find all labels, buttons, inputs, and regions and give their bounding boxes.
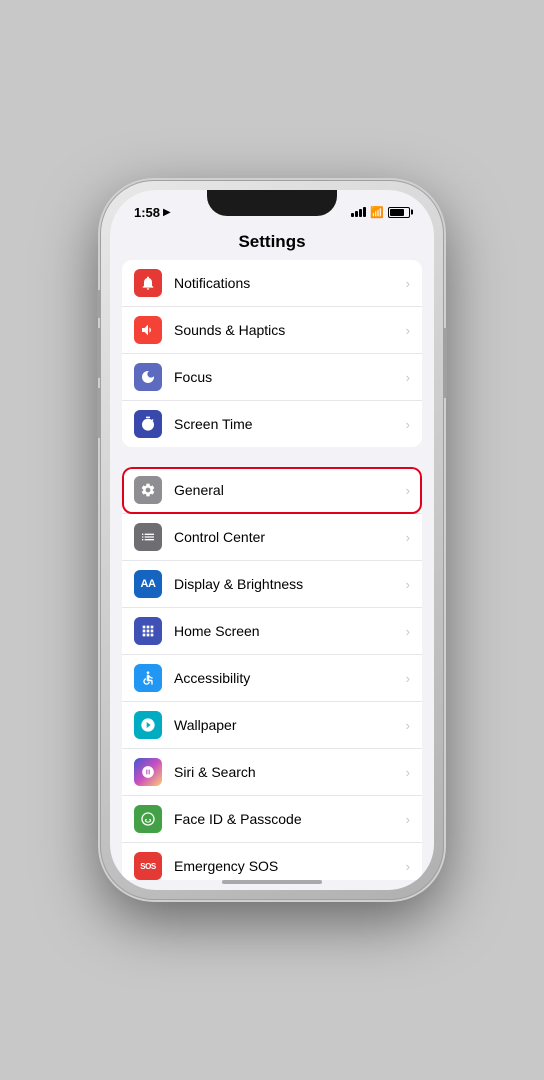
- settings-row-emergency[interactable]: SOS Emergency SOS ›: [122, 843, 422, 880]
- power-button: [444, 328, 447, 398]
- general-chevron: ›: [406, 483, 410, 498]
- settings-row-screentime[interactable]: Screen Time ›: [122, 401, 422, 447]
- controlcenter-chevron: ›: [406, 530, 410, 545]
- homescreen-icon: [134, 617, 162, 645]
- notch: [207, 190, 337, 216]
- focus-label: Focus: [174, 369, 402, 385]
- settings-row-wallpaper[interactable]: Wallpaper ›: [122, 702, 422, 749]
- emergency-label: Emergency SOS: [174, 858, 402, 874]
- homescreen-chevron: ›: [406, 624, 410, 639]
- sounds-chevron: ›: [406, 323, 410, 338]
- phone-frame: 1:58 ▶ 📶 Settings: [100, 180, 444, 900]
- settings-row-notifications[interactable]: Notifications ›: [122, 260, 422, 307]
- focus-chevron: ›: [406, 370, 410, 385]
- screentime-icon: [134, 410, 162, 438]
- settings-row-general[interactable]: General ›: [122, 467, 422, 514]
- display-icon: AA: [134, 570, 162, 598]
- wifi-icon: 📶: [370, 206, 384, 219]
- controlcenter-icon: [134, 523, 162, 551]
- battery-icon: [388, 207, 410, 218]
- phone-screen: 1:58 ▶ 📶 Settings: [110, 190, 434, 890]
- settings-row-sounds[interactable]: Sounds & Haptics ›: [122, 307, 422, 354]
- settings-row-accessibility[interactable]: Accessibility ›: [122, 655, 422, 702]
- volume-down-button: [97, 388, 100, 438]
- notifications-icon: [134, 269, 162, 297]
- accessibility-chevron: ›: [406, 671, 410, 686]
- settings-row-display[interactable]: AA Display & Brightness ›: [122, 561, 422, 608]
- wallpaper-icon: [134, 711, 162, 739]
- siri-icon: [134, 758, 162, 786]
- screentime-chevron: ›: [406, 417, 410, 432]
- faceid-icon: [134, 805, 162, 833]
- display-label: Display & Brightness: [174, 576, 402, 592]
- general-label: General: [174, 482, 402, 498]
- controlcenter-label: Control Center: [174, 529, 402, 545]
- settings-row-faceid[interactable]: Face ID & Passcode ›: [122, 796, 422, 843]
- notifications-chevron: ›: [406, 276, 410, 291]
- wallpaper-label: Wallpaper: [174, 717, 402, 733]
- sounds-icon: [134, 316, 162, 344]
- general-icon: [134, 476, 162, 504]
- notifications-label: Notifications: [174, 275, 402, 291]
- display-chevron: ›: [406, 577, 410, 592]
- volume-up-button: [97, 328, 100, 378]
- page-title: Settings: [110, 228, 434, 260]
- status-time: 1:58: [134, 205, 160, 220]
- location-icon: ▶: [163, 207, 171, 218]
- accessibility-icon: [134, 664, 162, 692]
- settings-row-focus[interactable]: Focus ›: [122, 354, 422, 401]
- siri-label: Siri & Search: [174, 764, 402, 780]
- home-bar: [222, 880, 322, 884]
- homescreen-label: Home Screen: [174, 623, 402, 639]
- screentime-label: Screen Time: [174, 416, 402, 432]
- sounds-label: Sounds & Haptics: [174, 322, 402, 338]
- accessibility-label: Accessibility: [174, 670, 402, 686]
- signal-icon: [351, 207, 366, 217]
- mute-button: [97, 290, 100, 318]
- emergency-chevron: ›: [406, 859, 410, 874]
- faceid-chevron: ›: [406, 812, 410, 827]
- wallpaper-chevron: ›: [406, 718, 410, 733]
- settings-group-1: Notifications › Sounds & Haptics › Focus…: [122, 260, 422, 447]
- settings-row-siri[interactable]: Siri & Search ›: [122, 749, 422, 796]
- faceid-label: Face ID & Passcode: [174, 811, 402, 827]
- settings-row-homescreen[interactable]: Home Screen ›: [122, 608, 422, 655]
- general-row-container: General ›: [122, 467, 422, 514]
- settings-row-control-center[interactable]: Control Center ›: [122, 514, 422, 561]
- status-icons: 📶: [351, 206, 410, 219]
- emergency-icon: SOS: [134, 852, 162, 880]
- siri-chevron: ›: [406, 765, 410, 780]
- focus-icon: [134, 363, 162, 391]
- settings-group-2: General › Control Center › AA Display & …: [122, 467, 422, 880]
- settings-scroll[interactable]: Notifications › Sounds & Haptics › Focus…: [110, 260, 434, 880]
